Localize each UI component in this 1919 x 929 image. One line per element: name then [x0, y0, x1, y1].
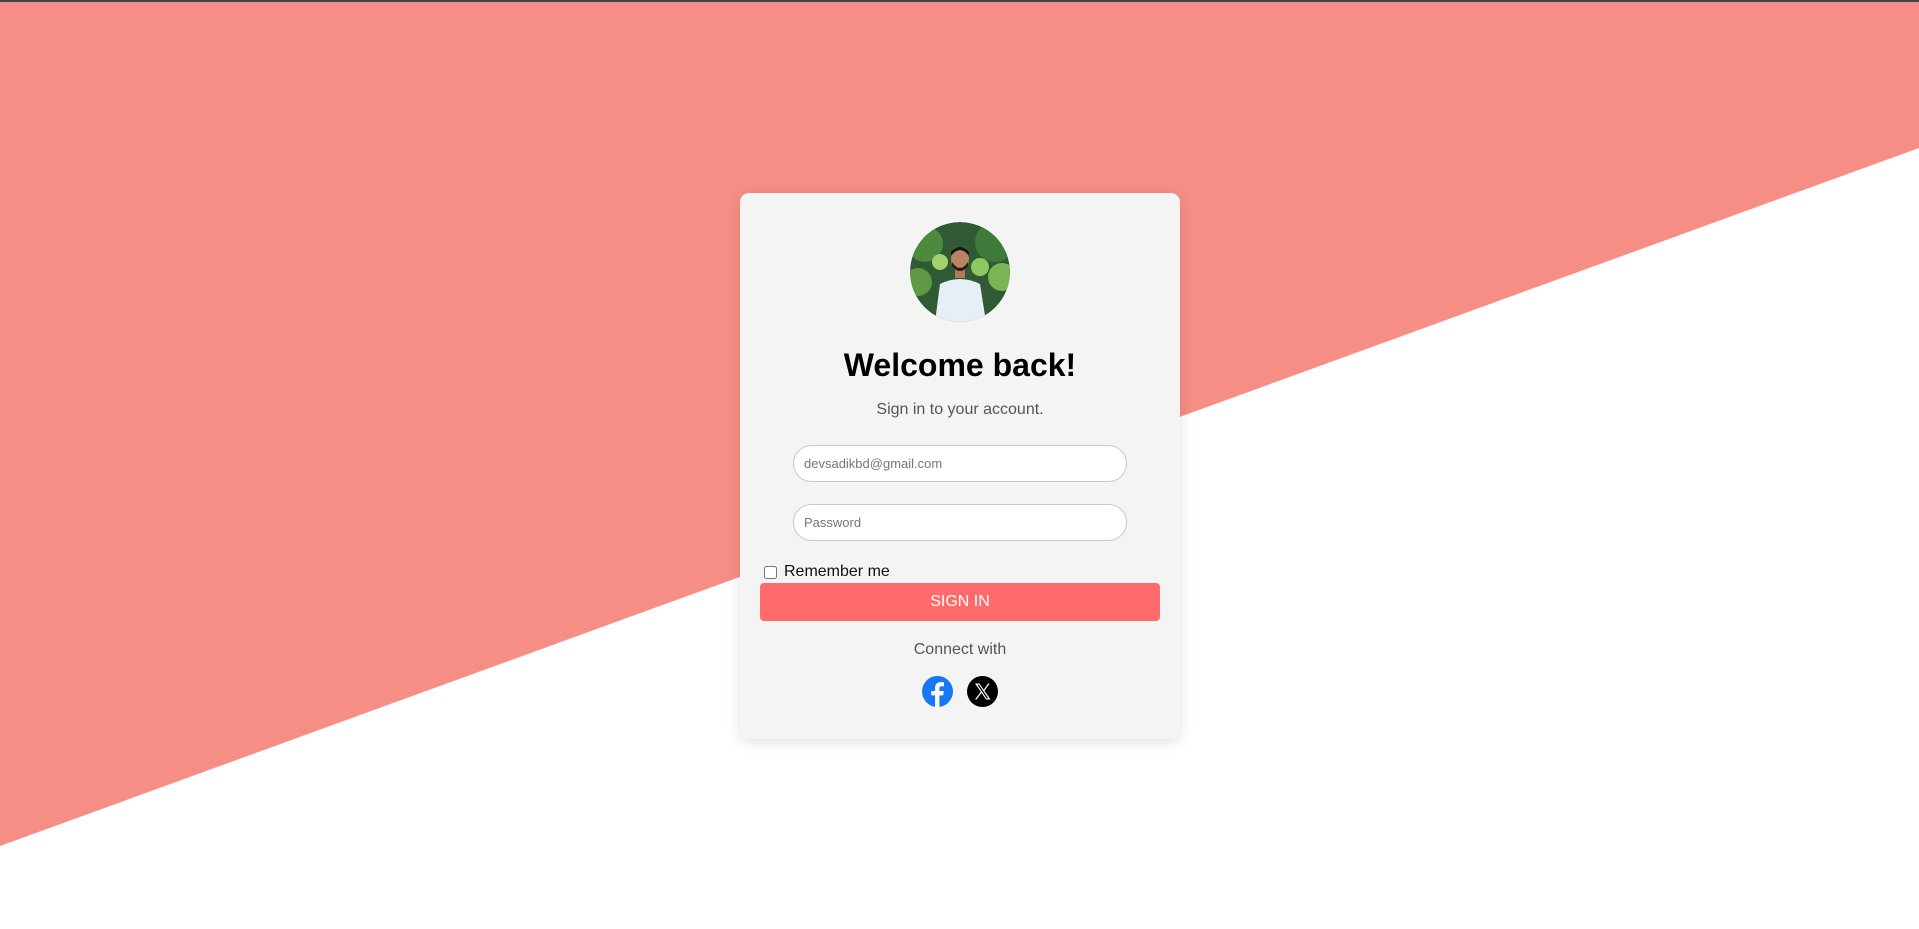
subtitle: Sign in to your account. — [876, 401, 1044, 418]
facebook-icon — [931, 682, 944, 707]
x-button[interactable] — [967, 676, 998, 707]
login-card: Welcome back! Sign in to your account. R… — [740, 193, 1180, 739]
facebook-button[interactable] — [922, 676, 953, 707]
page: Welcome back! Sign in to your account. R… — [0, 0, 1919, 929]
avatar — [910, 222, 1010, 322]
page-title: Welcome back! — [843, 347, 1077, 383]
connect-label: Connect with — [913, 641, 1007, 658]
remember-checkbox[interactable] — [764, 565, 777, 579]
password-input[interactable] — [793, 504, 1127, 541]
remember-me[interactable]: Remember me — [764, 562, 890, 582]
email-input[interactable] — [793, 445, 1127, 482]
social-links — [922, 676, 998, 707]
sign-in-button[interactable]: SIGN IN — [760, 583, 1160, 621]
x-icon — [975, 683, 991, 700]
remember-label: Remember me — [784, 563, 890, 580]
